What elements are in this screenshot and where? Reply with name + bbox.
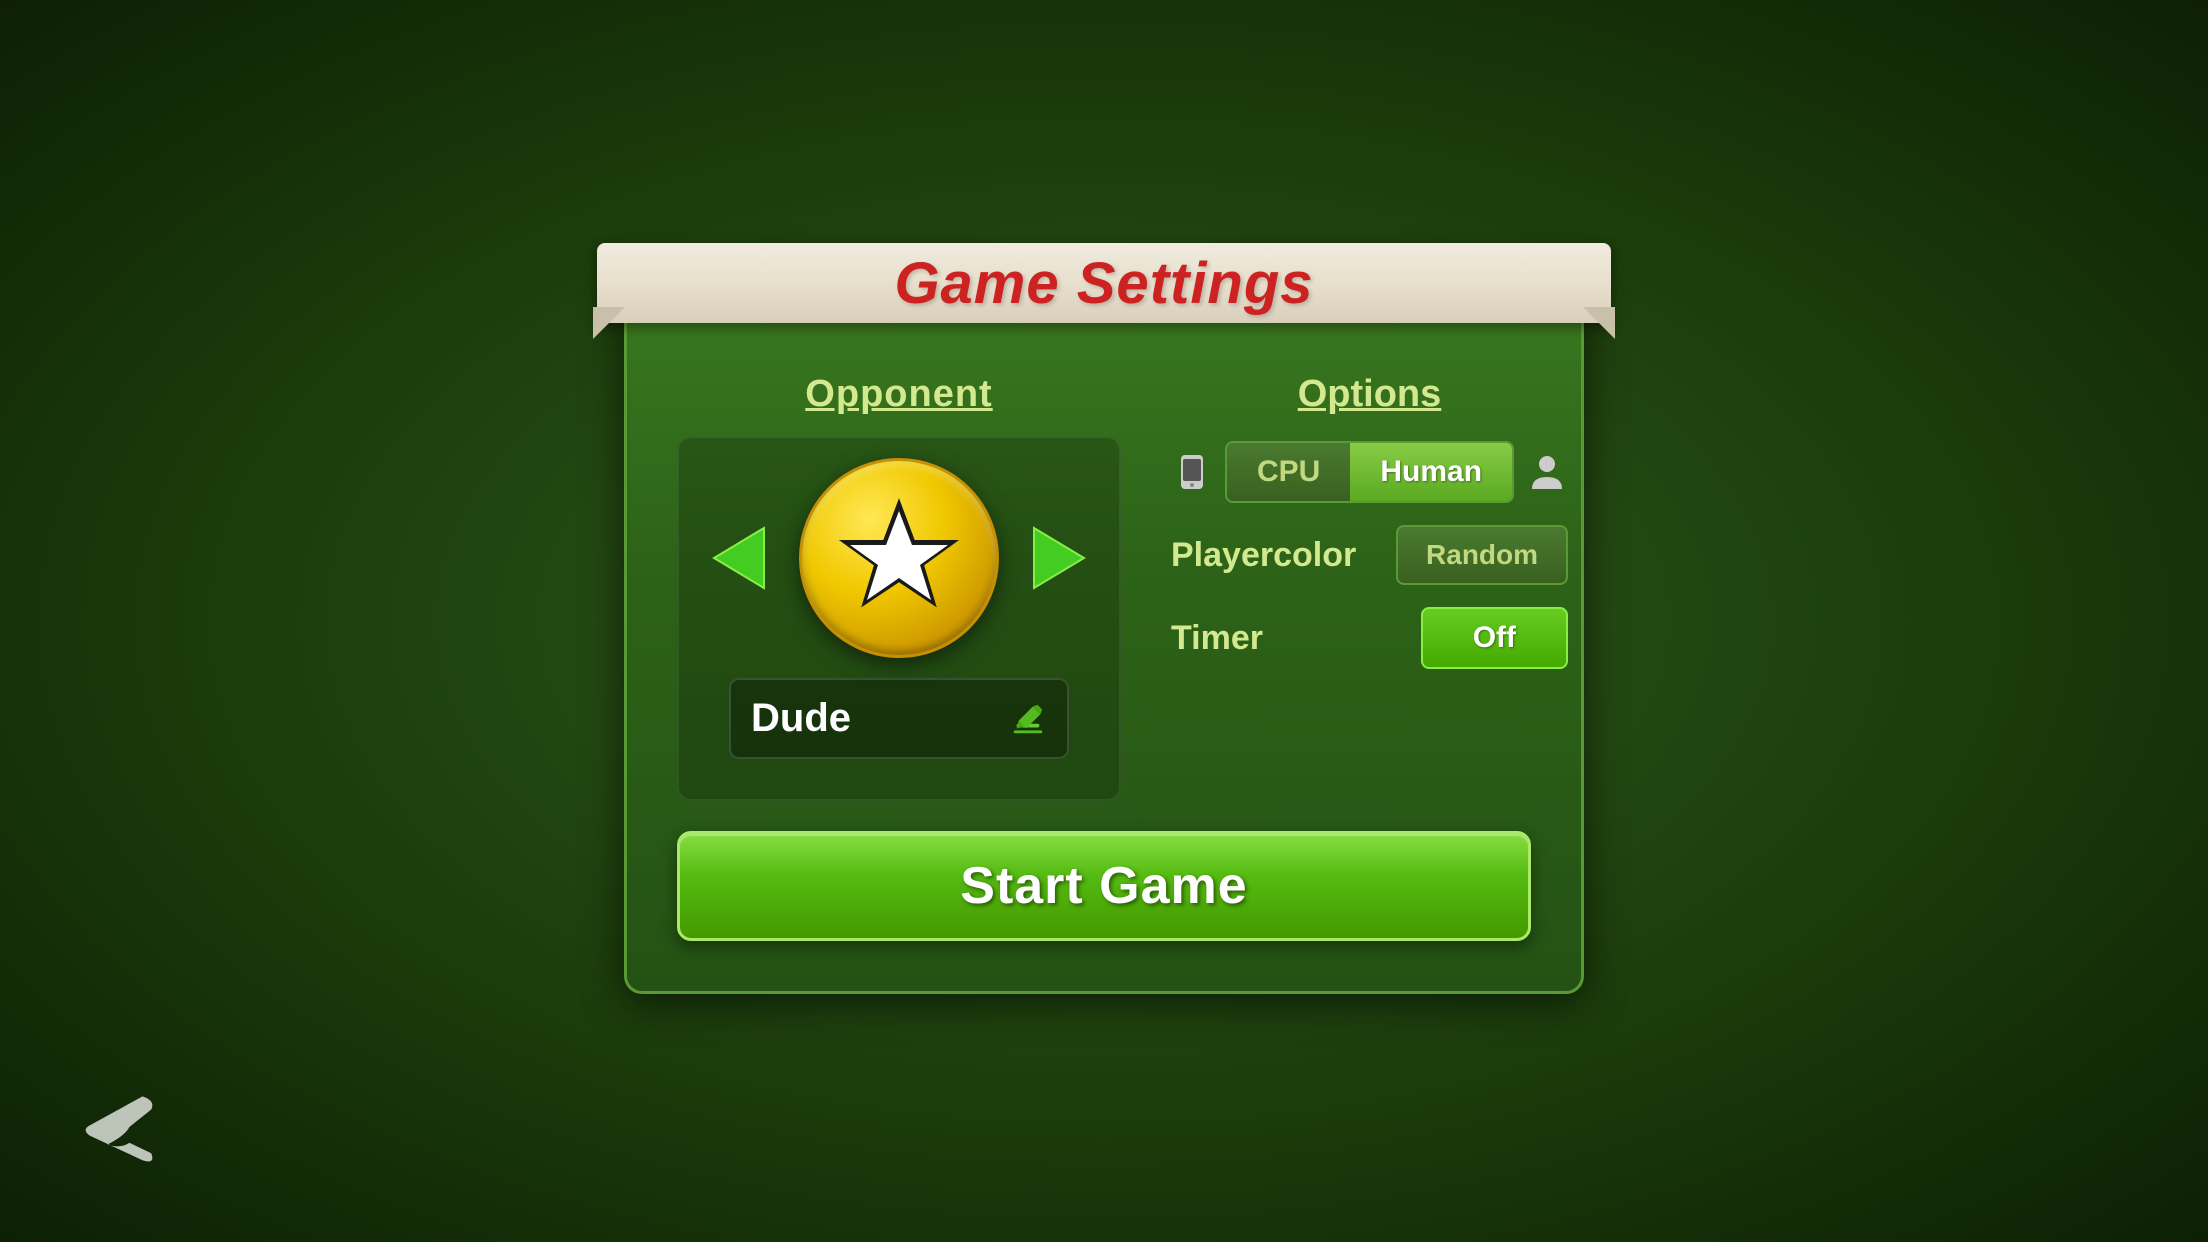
- edit-name-icon[interactable]: [1009, 700, 1047, 738]
- cpu-toggle-button[interactable]: CPU: [1227, 443, 1350, 501]
- player-name-box: Dude: [729, 678, 1069, 759]
- playercolor-row: Playercolor Random: [1161, 525, 1578, 585]
- back-button[interactable]: [80, 1092, 170, 1162]
- next-opponent-button[interactable]: [1029, 523, 1089, 593]
- prev-opponent-button[interactable]: [709, 523, 769, 593]
- phone-icon: [1171, 451, 1213, 493]
- opponent-section: Opponent: [677, 373, 1121, 801]
- human-toggle-button[interactable]: Human: [1350, 443, 1512, 501]
- timer-off-button[interactable]: Off: [1421, 607, 1568, 669]
- human-icon: [1526, 451, 1568, 493]
- options-section: Options CPU Human: [1161, 373, 1578, 801]
- opponent-avatar: [799, 458, 999, 658]
- game-settings-dialog: Game Settings Opponent: [624, 268, 1584, 994]
- dialog-content: Opponent: [627, 343, 1581, 811]
- opponent-panel: Dude: [677, 436, 1121, 801]
- dialog-banner: Game Settings: [597, 243, 1611, 323]
- opponent-section-title: Opponent: [805, 373, 992, 416]
- star-avatar-icon: [834, 493, 964, 623]
- timer-row: Timer Off: [1161, 607, 1578, 669]
- player-name-text: Dude: [751, 696, 851, 741]
- opponent-type-controls: CPU Human: [1171, 441, 1568, 503]
- playercolor-random-button[interactable]: Random: [1396, 525, 1568, 585]
- playercolor-label: Playercolor: [1171, 536, 1396, 575]
- opponent-type-row: CPU Human: [1161, 441, 1578, 503]
- start-game-button[interactable]: Start Game: [677, 831, 1531, 941]
- avatar-container: [709, 458, 1089, 658]
- dialog-title: Game Settings: [894, 250, 1313, 317]
- timer-label: Timer: [1171, 619, 1421, 658]
- opponent-type-toggle: CPU Human: [1225, 441, 1514, 503]
- options-section-title: Options: [1161, 373, 1578, 416]
